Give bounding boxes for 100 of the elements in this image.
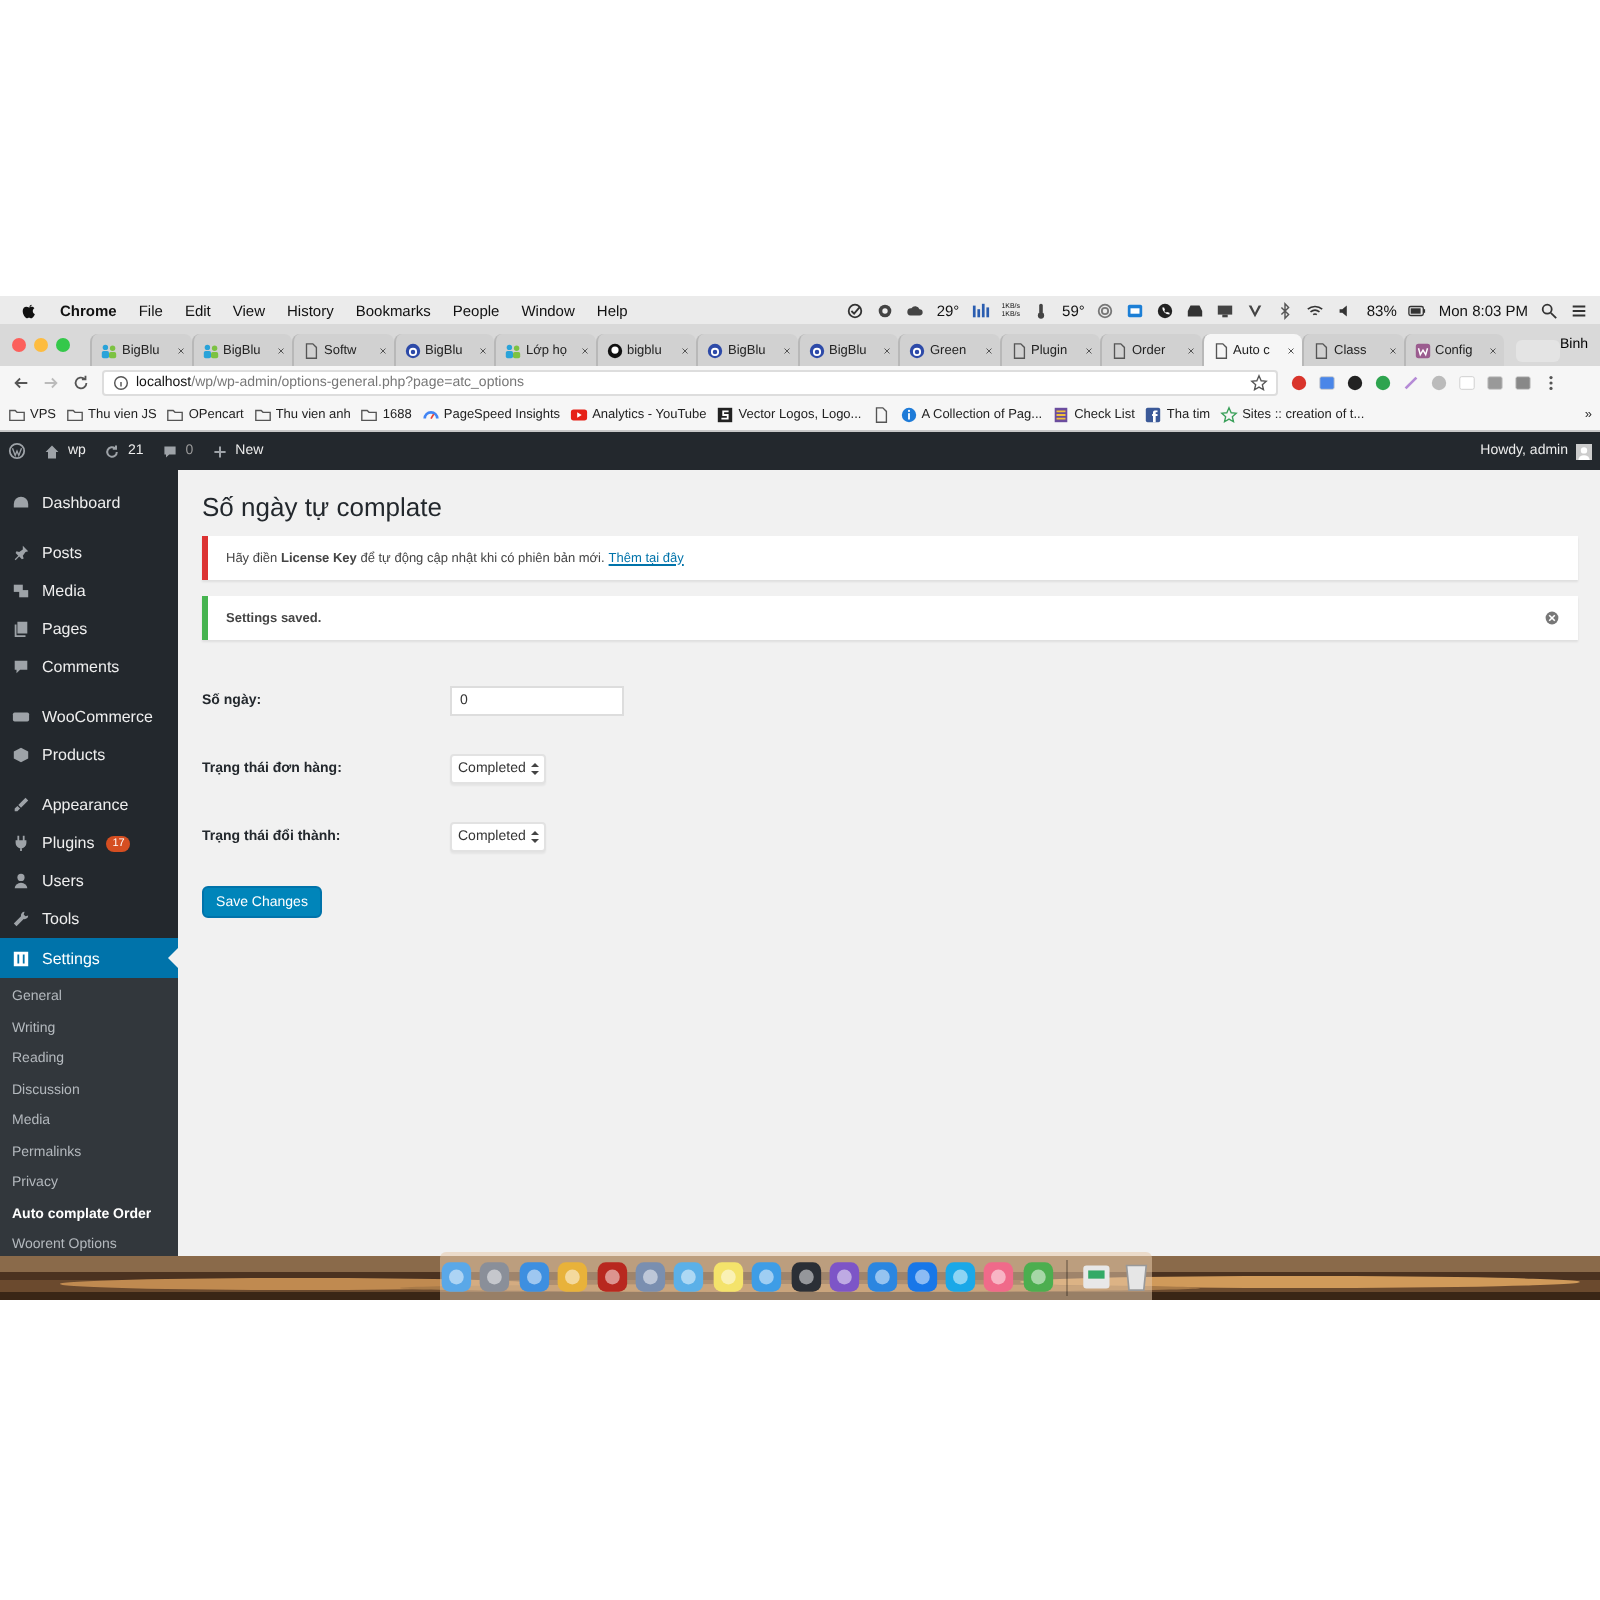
play-icon xyxy=(570,406,589,424)
page-title: Số ngày tự complate xyxy=(202,492,444,524)
meter-bars-icon xyxy=(971,301,990,319)
wp-logo-icon xyxy=(8,442,26,460)
close-icon xyxy=(680,345,690,355)
people-icon xyxy=(504,341,522,359)
brush-icon xyxy=(12,796,30,814)
reload-icon xyxy=(72,374,90,392)
round-logo-icon xyxy=(403,341,421,359)
back-icon xyxy=(12,374,30,392)
page-icon xyxy=(1110,341,1128,359)
checkmark-icon xyxy=(846,301,865,319)
round-logo-icon xyxy=(605,341,623,359)
dismiss-icon[interactable] xyxy=(1544,610,1560,626)
box-icon xyxy=(12,746,30,764)
close-icon xyxy=(1387,345,1397,355)
app-icon xyxy=(672,1260,706,1294)
square-logo-icon xyxy=(1144,406,1163,424)
wrench-icon xyxy=(12,910,30,928)
sidebar-item[interactable]: Users xyxy=(0,862,178,900)
app-icon xyxy=(982,1260,1016,1294)
sidebar-item[interactable]: Appearance xyxy=(0,786,178,824)
round-logo-icon xyxy=(807,341,825,359)
close-icon xyxy=(1488,345,1498,355)
close-icon[interactable] xyxy=(12,338,26,352)
avatar-icon xyxy=(1576,443,1592,459)
people-icon xyxy=(201,341,219,359)
folder-icon xyxy=(360,406,379,424)
sort-arrows-icon xyxy=(529,761,540,775)
v-shape-icon xyxy=(1246,301,1265,319)
info-icon xyxy=(112,374,130,392)
battery-icon xyxy=(1408,301,1427,319)
folder-icon xyxy=(166,406,185,424)
plug-icon xyxy=(12,834,30,852)
sort-arrows-icon xyxy=(529,829,540,843)
close-icon xyxy=(377,345,387,355)
cloud-icon xyxy=(906,301,925,319)
close-icon xyxy=(1286,345,1296,355)
sidebar-item[interactable]: Settings xyxy=(0,938,178,978)
page-icon xyxy=(1312,341,1330,359)
close-icon xyxy=(276,345,286,355)
remote-screen-icon xyxy=(1126,301,1145,319)
close-icon xyxy=(983,345,993,355)
page-icon xyxy=(871,406,890,424)
document-icon xyxy=(12,620,30,638)
people-icon xyxy=(100,341,118,359)
phone-bubble-icon xyxy=(1156,301,1175,319)
pin-icon xyxy=(12,544,30,562)
sidebar-item[interactable]: Dashboard xyxy=(0,484,178,522)
home-icon xyxy=(44,443,60,459)
apple-icon xyxy=(20,301,38,319)
gauge-icon xyxy=(421,406,440,424)
user-icon xyxy=(12,872,30,890)
drive-icon xyxy=(1186,301,1205,319)
close-icon xyxy=(882,345,892,355)
list-icon xyxy=(1570,301,1588,319)
zoom-icon[interactable] xyxy=(56,338,70,352)
plus-icon xyxy=(211,443,228,459)
checklist-icon xyxy=(1052,406,1071,424)
sliders-icon xyxy=(12,949,30,967)
star-icon xyxy=(1220,406,1239,424)
monitor-icon xyxy=(1216,301,1235,319)
page-icon xyxy=(1211,341,1229,359)
close-icon xyxy=(175,345,185,355)
sidebar-item[interactable]: Posts xyxy=(0,534,178,572)
app-icon xyxy=(1080,1260,1114,1294)
speech-bubble-icon xyxy=(161,443,178,459)
forward-icon xyxy=(42,374,60,392)
square-logo-icon xyxy=(1413,341,1431,359)
info-icon xyxy=(899,406,918,424)
sidebar-item[interactable]: WooCommerce xyxy=(0,698,178,736)
star-icon xyxy=(1250,374,1268,392)
bluetooth-icon xyxy=(1276,301,1295,319)
app-icon xyxy=(866,1260,900,1294)
rings-icon xyxy=(1096,301,1115,319)
search-icon xyxy=(1540,301,1558,319)
close-icon xyxy=(781,345,791,355)
folder-icon xyxy=(8,406,26,424)
close-icon xyxy=(1185,345,1195,355)
sidebar-item[interactable]: Tools xyxy=(0,900,178,938)
round-logo-icon xyxy=(908,341,926,359)
close-icon xyxy=(1084,345,1094,355)
refresh-icon xyxy=(103,443,120,459)
folder-icon xyxy=(66,406,85,424)
page-icon xyxy=(302,341,320,359)
sidebar-item[interactable]: Pages xyxy=(0,610,178,648)
round-logo-icon xyxy=(706,341,724,359)
app-icon xyxy=(478,1260,512,1294)
wifi-icon xyxy=(1306,301,1325,319)
folder-icon xyxy=(253,406,272,424)
speech-bubble-icon xyxy=(12,658,30,676)
page-icon xyxy=(1009,341,1027,359)
close-icon xyxy=(478,345,488,355)
gauge-icon xyxy=(12,494,30,512)
sidebar-item[interactable]: Comments xyxy=(0,648,178,686)
sidebar-item[interactable]: Products xyxy=(0,736,178,774)
square-logo-icon xyxy=(716,406,735,424)
minimize-icon[interactable] xyxy=(34,338,48,352)
sidebar-item[interactable]: Media xyxy=(0,572,178,610)
close-icon xyxy=(579,345,589,355)
